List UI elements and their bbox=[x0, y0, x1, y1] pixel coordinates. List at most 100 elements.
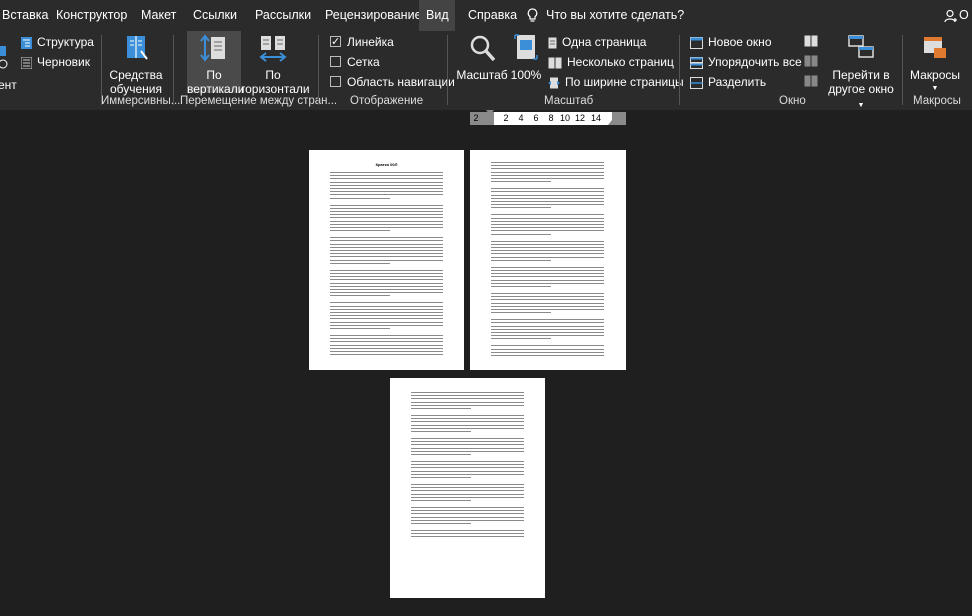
text-line bbox=[330, 175, 443, 177]
arrange-all-button[interactable]: Упорядочить все bbox=[690, 53, 802, 71]
macros-label: Макросы bbox=[907, 68, 963, 82]
text-line bbox=[330, 315, 443, 317]
text-line bbox=[330, 243, 443, 245]
grid-checkbox[interactable]: Сетка bbox=[330, 53, 380, 71]
vertical-label-1: По bbox=[206, 68, 222, 82]
text-line bbox=[491, 220, 604, 222]
text-line bbox=[491, 286, 551, 287]
tab-view[interactable]: Вид bbox=[419, 0, 455, 31]
text-line bbox=[491, 338, 551, 340]
dropdown-caret-icon: ▼ bbox=[857, 102, 865, 109]
text-line bbox=[330, 178, 443, 180]
text-line bbox=[491, 296, 604, 298]
text-line bbox=[411, 467, 524, 469]
text-line bbox=[411, 493, 524, 495]
tab-insert[interactable]: Вставка bbox=[0, 0, 54, 31]
vertical-page-movement-button[interactable]: По вертикали bbox=[187, 31, 245, 96]
side-by-side-icon bbox=[804, 35, 818, 47]
text-line bbox=[330, 259, 443, 261]
multiple-pages-icon bbox=[548, 57, 562, 69]
horizontal-ruler[interactable]: 2 2 4 6 8 10 12 14 bbox=[470, 110, 626, 125]
text-line bbox=[411, 470, 524, 472]
one-page-icon bbox=[548, 37, 557, 49]
text-line bbox=[411, 427, 524, 429]
text-line bbox=[491, 319, 604, 321]
text-line bbox=[411, 401, 524, 403]
group-divider bbox=[679, 35, 680, 105]
learning-tools-icon bbox=[127, 36, 148, 60]
tab-review[interactable]: Рецензирование bbox=[319, 0, 428, 31]
ruler-checkbox[interactable]: Линейка bbox=[330, 33, 394, 51]
views-partial-button[interactable] bbox=[0, 44, 10, 73]
outline-view-button[interactable]: Структура bbox=[21, 33, 94, 51]
tell-me-search[interactable]: Что вы хотите сделать? bbox=[527, 0, 684, 31]
document-page-2[interactable] bbox=[470, 150, 626, 370]
switch-windows-icon bbox=[848, 35, 874, 58]
split-button[interactable]: Разделить bbox=[690, 73, 766, 91]
group-show-label: Отображение bbox=[350, 95, 424, 107]
draft-label: Черновик bbox=[37, 55, 90, 69]
person-icon bbox=[944, 9, 957, 22]
text-line bbox=[491, 201, 604, 202]
grid-check[interactable] bbox=[330, 56, 341, 68]
multiple-pages-button[interactable]: Несколько страниц bbox=[548, 53, 674, 71]
nav-pane-label: Область навигации bbox=[347, 75, 455, 89]
zoom-label: Масштаб bbox=[456, 68, 508, 82]
zoom-button[interactable]: Масштаб bbox=[455, 33, 509, 93]
sync-scroll-button[interactable] bbox=[804, 55, 818, 70]
text-line bbox=[411, 490, 524, 492]
text-line bbox=[330, 204, 443, 206]
text-line bbox=[330, 273, 443, 274]
text-line bbox=[411, 418, 524, 420]
group-immersive-label: Иммерсивны... bbox=[101, 95, 181, 107]
zoom-100-button[interactable]: 100% bbox=[510, 33, 542, 93]
learning-tools-button[interactable]: Средства обучения bbox=[108, 33, 164, 96]
document-page-1[interactable]: Кратко 00Л bbox=[309, 150, 464, 370]
group-divider bbox=[902, 35, 903, 105]
draft-view-button[interactable]: Черновик bbox=[21, 53, 90, 71]
hanging-indent-marker[interactable] bbox=[486, 120, 494, 125]
text-line bbox=[330, 292, 443, 294]
outline-icon bbox=[21, 36, 32, 49]
text-line bbox=[411, 513, 524, 515]
text-line bbox=[411, 510, 524, 512]
view-side-by-side-button[interactable] bbox=[804, 35, 818, 50]
macros-button[interactable]: Макросы ▼ bbox=[907, 33, 963, 93]
text-line bbox=[491, 266, 604, 268]
tab-references[interactable]: Ссылки bbox=[187, 0, 243, 31]
text-line bbox=[491, 270, 604, 271]
text-line bbox=[330, 328, 390, 329]
new-window-button[interactable]: Новое окно bbox=[690, 33, 772, 51]
one-page-button[interactable]: Одна страница bbox=[548, 33, 646, 51]
text-line bbox=[411, 487, 524, 489]
tab-layout[interactable]: Макет bbox=[135, 0, 182, 31]
text-line bbox=[491, 214, 604, 216]
document-page-3[interactable] bbox=[390, 378, 545, 598]
switch-windows-label-2: другое окно ▼ bbox=[825, 82, 897, 113]
side-to-side-button[interactable]: По горизонтали bbox=[241, 33, 310, 96]
text-line bbox=[330, 354, 443, 356]
nav-pane-checkbox[interactable]: Область навигации bbox=[330, 73, 455, 91]
text-line bbox=[330, 191, 443, 193]
reset-window-icon bbox=[804, 75, 818, 87]
text-line bbox=[411, 454, 471, 455]
nav-pane-check[interactable] bbox=[330, 76, 341, 88]
share-button[interactable]: О bbox=[944, 0, 969, 31]
text-line bbox=[330, 279, 443, 281]
right-indent-marker[interactable] bbox=[608, 120, 616, 125]
vertical-label-2: вертикали bbox=[187, 82, 245, 96]
first-line-indent-marker[interactable] bbox=[486, 110, 494, 115]
text-line bbox=[491, 191, 604, 193]
text-line bbox=[491, 224, 604, 225]
switch-windows-button[interactable]: Перейти в другое окно ▼ bbox=[825, 33, 897, 109]
tab-mailings[interactable]: Рассылки bbox=[249, 0, 317, 31]
text-line bbox=[411, 438, 524, 439]
page-width-button[interactable]: По ширине страницы bbox=[548, 73, 684, 91]
ruler-number: 10 bbox=[559, 113, 570, 123]
text-line bbox=[330, 302, 443, 304]
tab-design[interactable]: Конструктор bbox=[50, 0, 133, 31]
ruler-check[interactable] bbox=[330, 33, 341, 51]
text-line bbox=[330, 341, 443, 343]
reset-window-position-button[interactable] bbox=[804, 75, 818, 90]
tab-help[interactable]: Справка bbox=[462, 0, 523, 31]
